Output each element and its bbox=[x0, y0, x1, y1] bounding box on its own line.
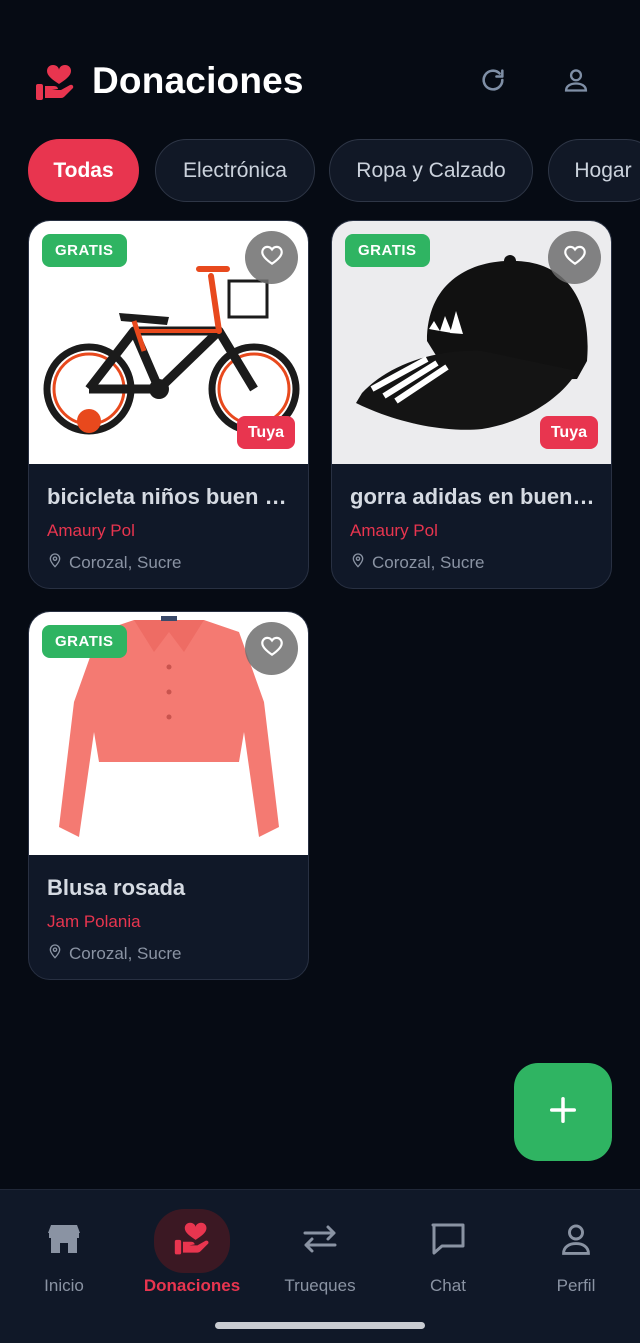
yours-badge: Tuya bbox=[236, 416, 295, 449]
filter-chip-electronica[interactable]: Electrónica bbox=[155, 139, 315, 202]
swap-arrows-icon bbox=[302, 1224, 338, 1259]
filter-chip-hogar[interactable]: Hogar bbox=[548, 139, 640, 202]
item-image: GRATIS Tuya bbox=[332, 221, 611, 464]
heart-outline-icon bbox=[259, 633, 285, 664]
nav-label: Inicio bbox=[44, 1276, 84, 1295]
user-icon bbox=[560, 1222, 592, 1261]
item-location: Corozal, Sucre bbox=[350, 551, 484, 574]
location-pin-icon bbox=[350, 551, 366, 574]
hand-heart-icon bbox=[173, 1220, 211, 1263]
nav-label: Chat bbox=[430, 1276, 466, 1295]
page-title: Donaciones bbox=[92, 60, 304, 101]
item-owner[interactable]: Amaury Pol bbox=[47, 521, 135, 541]
nav-item-donaciones[interactable]: Donaciones bbox=[128, 1190, 256, 1310]
filter-chip-todas[interactable]: Todas bbox=[28, 139, 139, 202]
favorite-button[interactable] bbox=[245, 622, 298, 675]
nav-label: Donaciones bbox=[143, 1276, 241, 1295]
filter-chip-ropa[interactable]: Ropa y Calzado bbox=[329, 139, 533, 202]
free-badge: GRATIS bbox=[42, 234, 127, 267]
nav-item-chat[interactable]: Chat bbox=[384, 1190, 512, 1310]
profile-button[interactable] bbox=[558, 64, 594, 100]
refresh-icon bbox=[479, 66, 507, 99]
item-location: Corozal, Sucre bbox=[47, 551, 181, 574]
heart-outline-icon bbox=[562, 242, 588, 273]
nav-item-perfil[interactable]: Perfil bbox=[512, 1190, 640, 1310]
app-header: Donaciones bbox=[0, 0, 640, 140]
refresh-button[interactable] bbox=[475, 64, 511, 100]
favorite-button[interactable] bbox=[548, 231, 601, 284]
location-pin-icon bbox=[47, 942, 63, 965]
hand-heart-icon bbox=[34, 62, 76, 104]
plus-icon bbox=[548, 1095, 578, 1130]
heart-outline-icon bbox=[259, 242, 285, 273]
free-badge: GRATIS bbox=[345, 234, 430, 267]
nav-label: Perfil bbox=[556, 1276, 596, 1295]
bottom-navigation: Inicio Donaciones Trueques Chat Perfil bbox=[0, 1189, 640, 1343]
free-badge: GRATIS bbox=[42, 625, 127, 658]
add-donation-button[interactable] bbox=[514, 1063, 612, 1161]
favorite-button[interactable] bbox=[245, 231, 298, 284]
location-text: Corozal, Sucre bbox=[69, 943, 182, 963]
location-pin-icon bbox=[47, 551, 63, 574]
item-image: GRATIS bbox=[29, 612, 308, 855]
item-owner[interactable]: Jam Polania bbox=[47, 912, 141, 932]
item-title: Blusa rosada bbox=[47, 875, 186, 900]
item-title: bicicleta niños buen estado bbox=[47, 484, 295, 509]
item-owner[interactable]: Amaury Pol bbox=[350, 521, 438, 541]
location-text: Corozal, Sucre bbox=[372, 552, 485, 572]
yours-badge: Tuya bbox=[539, 416, 598, 449]
store-icon bbox=[47, 1223, 81, 1260]
nav-item-inicio[interactable]: Inicio bbox=[0, 1190, 128, 1310]
item-image: GRATIS Tuya bbox=[29, 221, 308, 464]
location-text: Corozal, Sucre bbox=[69, 552, 182, 572]
user-icon bbox=[562, 66, 590, 99]
donation-card[interactable]: GRATIS Tuya gorra adidas en buen estado … bbox=[331, 220, 612, 589]
donation-card[interactable]: GRATIS Blusa rosada Jam Polania Corozal,… bbox=[28, 611, 309, 980]
item-title: gorra adidas en buen estado bbox=[350, 484, 598, 509]
nav-item-trueques[interactable]: Trueques bbox=[256, 1190, 384, 1310]
item-location: Corozal, Sucre bbox=[47, 942, 181, 965]
category-filter-bar: Todas Electrónica Ropa y Calzado Hogar bbox=[28, 139, 640, 203]
donation-card[interactable]: GRATIS Tuya bicicleta niños buen estado … bbox=[28, 220, 309, 589]
chat-bubble-icon bbox=[430, 1222, 466, 1261]
home-indicator[interactable] bbox=[215, 1322, 425, 1329]
nav-label: Trueques bbox=[284, 1276, 356, 1295]
